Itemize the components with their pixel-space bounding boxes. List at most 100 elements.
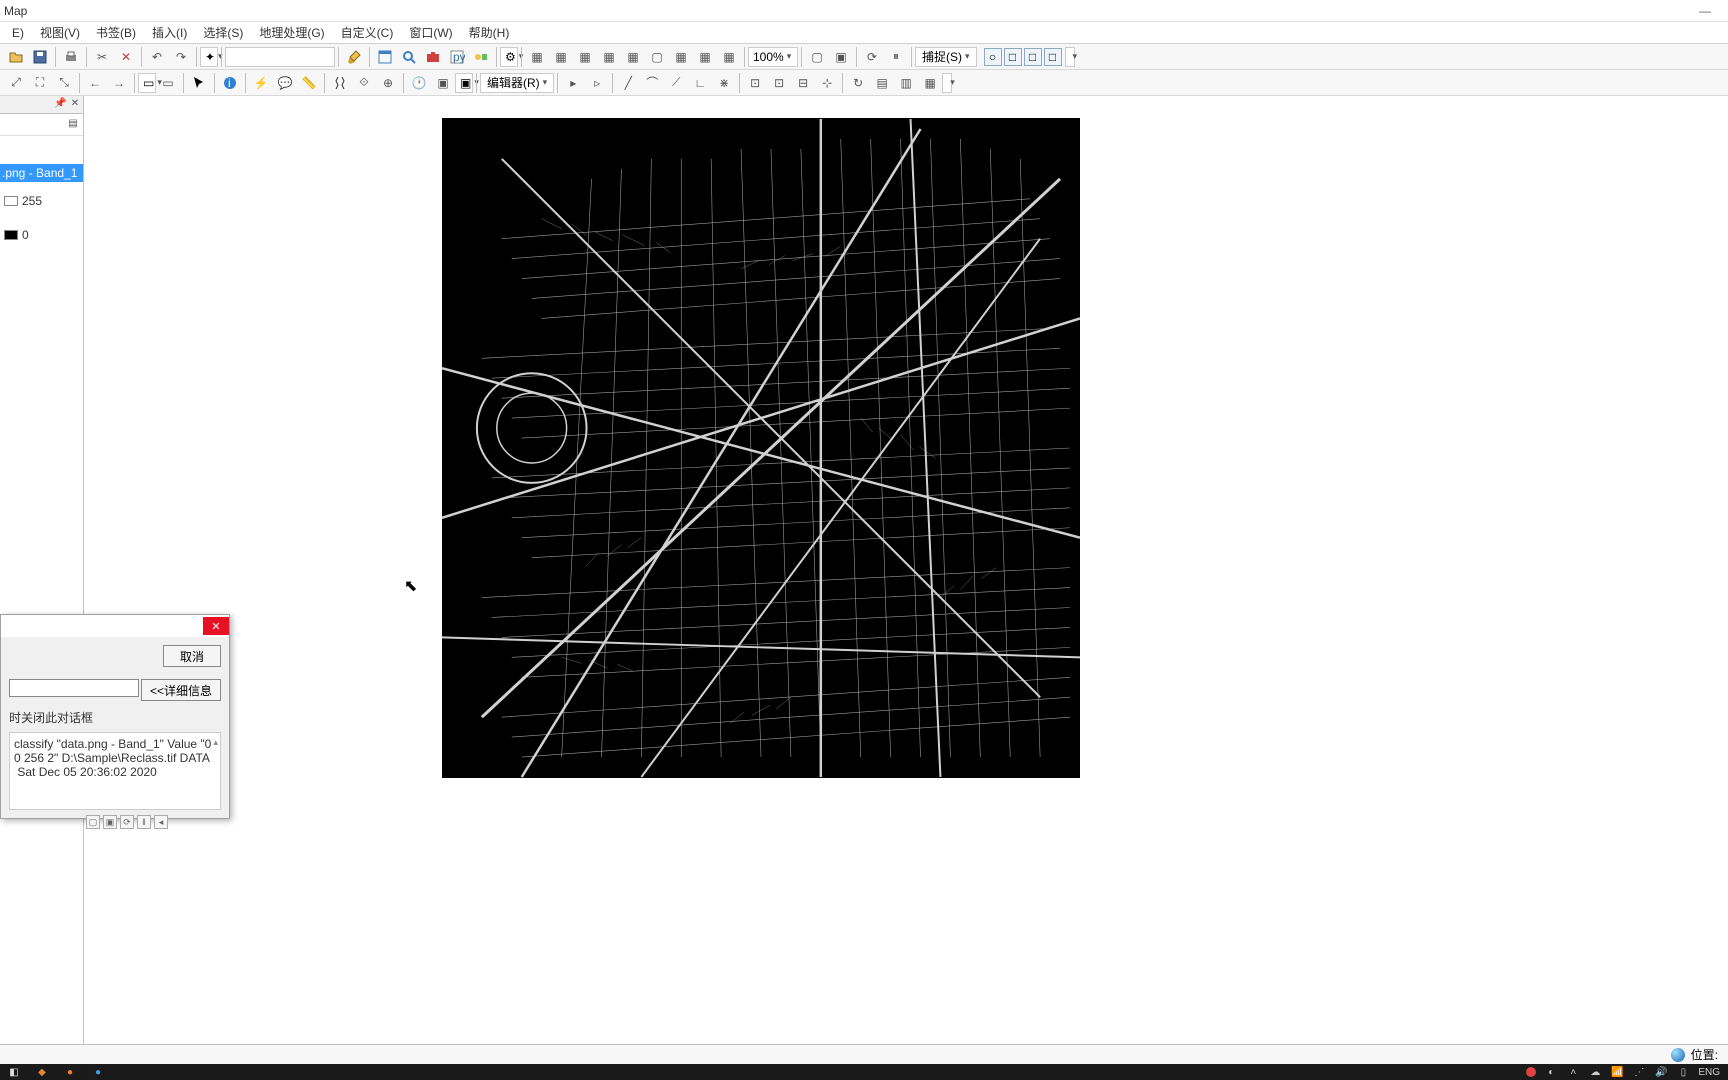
data-view-icon[interactable]: ▢: [806, 46, 828, 68]
menu-selection[interactable]: 选择(S): [195, 22, 251, 43]
menu-file[interactable]: E): [4, 24, 32, 42]
next-extent-icon[interactable]: →: [108, 72, 130, 94]
toc-pin-icon[interactable]: 📌: [54, 99, 66, 111]
print-button[interactable]: [60, 46, 82, 68]
select-tool-dropdown[interactable]: ▭: [138, 73, 156, 93]
tray-wifi-icon[interactable]: ⋰: [1632, 1065, 1646, 1079]
attributes-icon[interactable]: ▤: [871, 72, 893, 94]
snap-dropdown[interactable]: 捕捉(S): [915, 47, 977, 67]
cut-polygons-icon[interactable]: ⊟: [792, 72, 814, 94]
undo-button[interactable]: ↶: [146, 46, 168, 68]
menu-customize[interactable]: 自定义(C): [333, 22, 402, 43]
taskbar-app1-icon[interactable]: ◆: [28, 1064, 56, 1080]
find-route-icon[interactable]: ⟐: [353, 72, 375, 94]
layout-single-icon[interactable]: ▢: [646, 46, 668, 68]
layout-view-tab[interactable]: ▣: [103, 815, 117, 829]
measure-tool-icon[interactable]: 📏: [298, 72, 320, 94]
editor-more-dropdown[interactable]: [942, 73, 952, 93]
map-display[interactable]: ⬉: [84, 96, 1728, 1056]
search-window-icon[interactable]: [398, 46, 420, 68]
delete-button[interactable]: ✕: [115, 46, 137, 68]
layout-grid3-icon[interactable]: ▦: [574, 46, 596, 68]
tray-volume-icon[interactable]: 🔊: [1654, 1065, 1668, 1079]
html-popup-icon[interactable]: 💬: [274, 72, 296, 94]
find-tool-icon[interactable]: [329, 72, 351, 94]
tray-cloud-icon[interactable]: ☁: [1588, 1065, 1602, 1079]
toc-list-by-drawing-icon[interactable]: ▤: [67, 119, 79, 131]
layout-view-icon[interactable]: ▣: [830, 46, 852, 68]
clear-selection-icon[interactable]: ▭: [157, 72, 179, 94]
create-viewer-icon[interactable]: ▣: [432, 72, 454, 94]
tray-record-icon[interactable]: [1526, 1067, 1536, 1077]
arc-segment-icon[interactable]: ⌒: [641, 72, 663, 94]
layout-grid6-icon[interactable]: ▦: [670, 46, 692, 68]
zoom-in-icon[interactable]: ⤢: [5, 72, 27, 94]
trace-tool-icon[interactable]: ⟋: [665, 72, 687, 94]
data-view-tab[interactable]: ▢: [86, 815, 100, 829]
layout-grid4-icon[interactable]: ▦: [598, 46, 620, 68]
hyperlink-tool-icon[interactable]: ⚡: [250, 72, 272, 94]
pause-tab[interactable]: ‖: [137, 815, 151, 829]
time-slider-icon[interactable]: 🕐: [408, 72, 430, 94]
save-button[interactable]: [29, 46, 51, 68]
menu-insert[interactable]: 插入(I): [144, 22, 195, 43]
viewer-dropdown[interactable]: ▣: [455, 73, 473, 93]
minimize-button[interactable]: —: [1682, 0, 1728, 22]
identify-tool-icon[interactable]: i: [219, 72, 241, 94]
pointer-tool-icon[interactable]: [188, 72, 210, 94]
snap-edge-icon[interactable]: □: [1044, 48, 1062, 66]
reshape-icon[interactable]: ⊡: [768, 72, 790, 94]
layout-grid7-icon[interactable]: ▦: [694, 46, 716, 68]
pause-draw-icon[interactable]: ⏸: [885, 46, 907, 68]
add-data-dropdown[interactable]: ✦: [200, 47, 218, 67]
tool-mode-dropdown[interactable]: ⚙: [500, 47, 518, 67]
toc-close-icon[interactable]: ✕: [69, 99, 81, 111]
rotate-tool-icon[interactable]: ↻: [847, 72, 869, 94]
menu-bookmarks[interactable]: 书签(B): [88, 22, 144, 43]
menu-windows[interactable]: 窗口(W): [401, 22, 460, 43]
zoom-percent-dropdown[interactable]: 100%: [748, 47, 798, 67]
split-tool-icon[interactable]: ⊹: [816, 72, 838, 94]
snap-point-icon[interactable]: ○: [984, 48, 1002, 66]
taskbar-start-icon[interactable]: ◧: [0, 1064, 28, 1080]
map-scale-input[interactable]: [225, 47, 335, 67]
straight-segment-icon[interactable]: ╱: [617, 72, 639, 94]
full-extent-icon[interactable]: ⛶: [29, 72, 51, 94]
toolbox-window-icon[interactable]: [422, 46, 444, 68]
redo-button[interactable]: ↷: [170, 46, 192, 68]
dialog-close-button[interactable]: ✕: [203, 617, 229, 635]
edit-vertices-icon[interactable]: ⊡: [744, 72, 766, 94]
right-angle-icon[interactable]: ∟: [689, 72, 711, 94]
snap-end-icon[interactable]: □: [1004, 48, 1022, 66]
tray-battery-icon[interactable]: ▯: [1676, 1065, 1690, 1079]
dialog-details-button[interactable]: <<详细信息: [141, 679, 221, 701]
prev-extent-icon[interactable]: ←: [84, 72, 106, 94]
sketch-props-icon[interactable]: ▥: [895, 72, 917, 94]
tray-network-icon[interactable]: 📶: [1610, 1065, 1624, 1079]
create-features-icon[interactable]: ▦: [919, 72, 941, 94]
tray-chevron-up-icon[interactable]: ˄: [1566, 1065, 1580, 1079]
python-window-icon[interactable]: py: [446, 46, 468, 68]
cut-button[interactable]: ✂: [91, 46, 113, 68]
open-button[interactable]: [5, 46, 27, 68]
dialog-titlebar[interactable]: ✕: [1, 615, 229, 637]
toc-layer-selected[interactable]: .png - Band_1: [0, 164, 83, 182]
catalog-window-icon[interactable]: [374, 46, 396, 68]
layout-grid-icon[interactable]: ▦: [526, 46, 548, 68]
midpoint-icon[interactable]: ⋇: [713, 72, 735, 94]
taskbar-firefox-icon[interactable]: ●: [56, 1064, 84, 1080]
snap-vertex-icon[interactable]: □: [1024, 48, 1042, 66]
prev-tab[interactable]: ◂: [154, 815, 168, 829]
edit-annotation-icon[interactable]: ▹: [586, 72, 608, 94]
taskbar-arcmap-icon[interactable]: ●: [84, 1064, 112, 1080]
edit-tool-icon[interactable]: ▸: [562, 72, 584, 94]
go-to-xy-icon[interactable]: ⊕: [377, 72, 399, 94]
refresh-tab[interactable]: ⟳: [120, 815, 134, 829]
dialog-cancel-button[interactable]: 取消: [163, 645, 221, 667]
menu-help[interactable]: 帮助(H): [461, 22, 518, 43]
dialog-log-output[interactable]: classify "data.png - Band_1" Value "0 0 …: [9, 732, 221, 810]
menu-view[interactable]: 视图(V): [32, 22, 88, 43]
layout-grid8-icon[interactable]: ▦: [718, 46, 740, 68]
menu-geoprocessing[interactable]: 地理处理(G): [251, 22, 332, 43]
tray-language[interactable]: ENG: [1698, 1065, 1720, 1079]
